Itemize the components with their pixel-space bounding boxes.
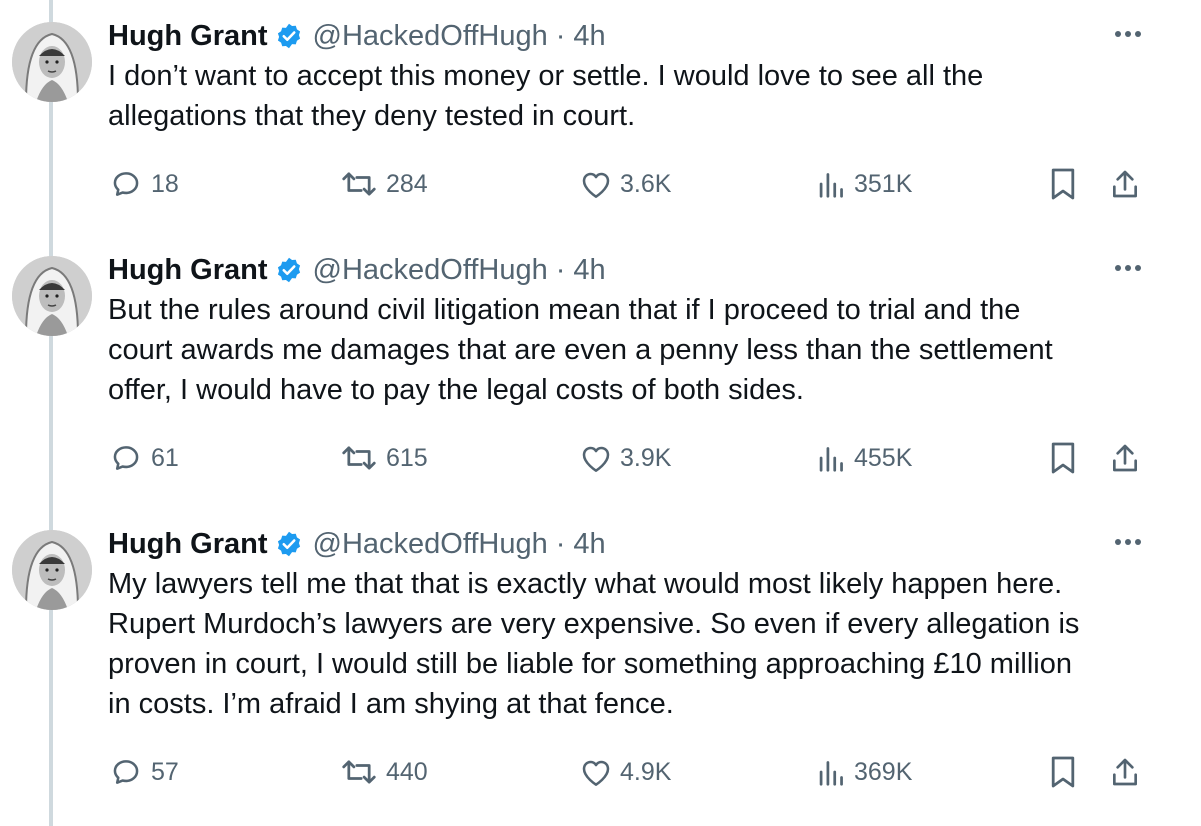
views-icon xyxy=(818,757,846,787)
more-options-icon[interactable] xyxy=(1110,254,1146,282)
more-options-icon[interactable] xyxy=(1110,20,1146,48)
views-button[interactable]: 369K xyxy=(818,752,912,792)
author-handle[interactable]: @HackedOffHugh xyxy=(313,254,548,287)
share-icon xyxy=(1110,442,1140,474)
share-icon xyxy=(1110,168,1140,200)
views-button[interactable]: 351K xyxy=(818,164,912,204)
reply-count: 57 xyxy=(151,757,179,786)
views-count: 351K xyxy=(854,169,913,198)
repost-button[interactable]: 615 xyxy=(340,438,428,478)
like-count: 3.6K xyxy=(620,169,672,198)
bookmark-button[interactable] xyxy=(1049,438,1077,478)
timestamp[interactable]: 4h xyxy=(573,20,605,53)
timestamp[interactable]: 4h xyxy=(573,254,605,287)
reply-button[interactable]: 18 xyxy=(109,164,179,204)
tweet-text: I don’t want to accept this money or set… xyxy=(108,60,984,132)
like-icon xyxy=(580,169,612,199)
bookmark-icon xyxy=(1049,167,1077,201)
share-button[interactable] xyxy=(1110,752,1140,792)
reply-icon xyxy=(109,168,143,200)
repost-count: 440 xyxy=(386,757,428,786)
like-icon xyxy=(580,757,612,787)
tweet-text: My lawyers tell me that that is exactly … xyxy=(108,568,1080,720)
reply-count: 61 xyxy=(151,443,179,472)
action-bar: 18 284 3.6K 351K xyxy=(0,164,1201,204)
author-name[interactable]: Hugh Grant xyxy=(108,20,268,53)
separator-dot: · xyxy=(555,19,566,52)
tweet-text: But the rules around civil litigation me… xyxy=(108,294,1053,406)
verified-badge-icon[interactable] xyxy=(275,22,303,50)
separator-dot: · xyxy=(555,527,566,560)
share-button[interactable] xyxy=(1110,438,1140,478)
bookmark-button[interactable] xyxy=(1049,164,1077,204)
like-count: 4.9K xyxy=(620,757,672,786)
repost-icon xyxy=(340,756,378,788)
author-handle[interactable]: @HackedOffHugh xyxy=(313,528,548,561)
repost-button[interactable]: 284 xyxy=(340,164,428,204)
reply-count: 18 xyxy=(151,169,179,198)
reply-button[interactable]: 57 xyxy=(109,752,179,792)
views-button[interactable]: 455K xyxy=(818,438,912,478)
avatar[interactable] xyxy=(12,530,92,610)
share-icon xyxy=(1110,756,1140,788)
author-name[interactable]: Hugh Grant xyxy=(108,254,268,287)
repost-icon xyxy=(340,168,378,200)
tweet[interactable]: Hugh Grant @HackedOffHugh · 4h I don’t w… xyxy=(0,0,1201,225)
avatar[interactable] xyxy=(12,22,92,102)
avatar[interactable] xyxy=(12,256,92,336)
repost-count: 284 xyxy=(386,169,428,198)
action-bar: 57 440 4.9K 369K xyxy=(0,752,1201,792)
like-count: 3.9K xyxy=(620,443,672,472)
more-options-icon[interactable] xyxy=(1110,528,1146,556)
repost-icon xyxy=(340,442,378,474)
views-count: 455K xyxy=(854,443,913,472)
like-button[interactable]: 3.6K xyxy=(580,164,671,204)
views-count: 369K xyxy=(854,757,913,786)
action-bar: 61 615 3.9K 455K xyxy=(0,438,1201,478)
verified-badge-icon[interactable] xyxy=(275,256,303,284)
bookmark-icon xyxy=(1049,441,1077,475)
author-name[interactable]: Hugh Grant xyxy=(108,528,268,561)
tweet[interactable]: Hugh Grant @HackedOffHugh · 4h But the r… xyxy=(0,234,1201,504)
views-icon xyxy=(818,443,846,473)
tweet[interactable]: Hugh Grant @HackedOffHugh · 4h My lawyer… xyxy=(0,508,1201,826)
like-button[interactable]: 4.9K xyxy=(580,752,671,792)
bookmark-button[interactable] xyxy=(1049,752,1077,792)
views-icon xyxy=(818,169,846,199)
like-icon xyxy=(580,443,612,473)
verified-badge-icon[interactable] xyxy=(275,530,303,558)
reply-button[interactable]: 61 xyxy=(109,438,179,478)
reply-icon xyxy=(109,442,143,474)
repost-button[interactable]: 440 xyxy=(340,752,428,792)
repost-count: 615 xyxy=(386,443,428,472)
bookmark-icon xyxy=(1049,755,1077,789)
share-button[interactable] xyxy=(1110,164,1140,204)
reply-icon xyxy=(109,756,143,788)
like-button[interactable]: 3.9K xyxy=(580,438,671,478)
author-handle[interactable]: @HackedOffHugh xyxy=(313,20,548,53)
separator-dot: · xyxy=(555,253,566,286)
timestamp[interactable]: 4h xyxy=(573,528,605,561)
